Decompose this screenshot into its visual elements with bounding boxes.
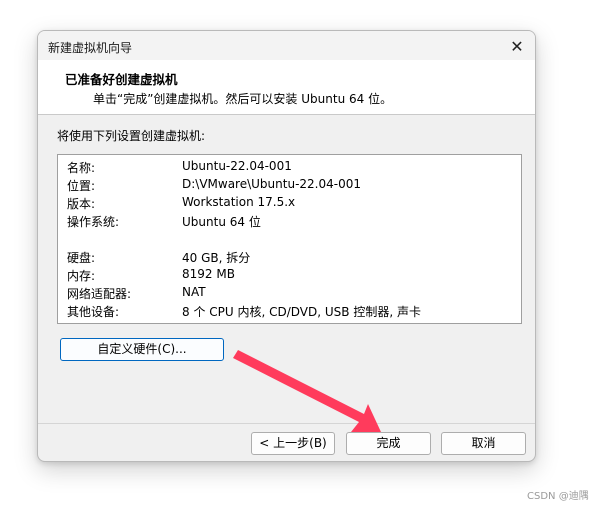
setting-value: 8 个 CPU 内核, CD/DVD, USB 控制器, 声卡 <box>182 305 421 319</box>
cancel-button[interactable]: 取消 <box>441 432 526 455</box>
setting-value: Workstation 17.5.x <box>182 195 296 209</box>
setting-key: 操作系统: <box>67 215 120 229</box>
header-title: 已准备好创建虚拟机 <box>65 72 178 87</box>
watermark: CSDN @迪隅 <box>527 491 589 502</box>
setting-value: Ubuntu-22.04-001 <box>182 159 292 173</box>
setting-value: 40 GB, 拆分 <box>182 251 251 265</box>
footer-divider <box>38 423 535 424</box>
setting-key: 版本: <box>67 197 96 211</box>
setting-value: 8192 MB <box>182 267 235 281</box>
setting-value: D:\VMware\Ubuntu-22.04-001 <box>182 177 361 191</box>
settings-summary-box: 名称: Ubuntu-22.04-001 位置: D:\VMware\Ubunt… <box>57 154 522 324</box>
close-icon[interactable]: ✕ <box>507 36 527 56</box>
title-bar: 新建虚拟机向导 ✕ <box>38 31 535 60</box>
new-vm-wizard-dialog: 新建虚拟机向导 ✕ 已准备好创建虚拟机 单击“完成”创建虚拟机。然后可以安装 U… <box>37 30 536 462</box>
window-title: 新建虚拟机向导 <box>48 41 133 55</box>
setting-key: 硬盘: <box>67 251 96 265</box>
setting-key: 内存: <box>67 269 96 283</box>
setting-key: 位置: <box>67 179 96 193</box>
setting-value: NAT <box>182 285 206 299</box>
wizard-header: 已准备好创建虚拟机 单击“完成”创建虚拟机。然后可以安装 Ubuntu 64 位… <box>38 60 535 115</box>
setting-key: 网络适配器: <box>67 287 132 301</box>
header-subtitle: 单击“完成”创建虚拟机。然后可以安装 Ubuntu 64 位。 <box>93 92 393 106</box>
customize-hardware-button[interactable]: 自定义硬件(C)... <box>60 338 224 361</box>
back-button[interactable]: < 上一步(B) <box>251 432 335 455</box>
summary-label: 将使用下列设置创建虚拟机: <box>57 129 206 143</box>
setting-key: 其他设备: <box>67 305 120 319</box>
setting-key: 名称: <box>67 161 96 175</box>
finish-button[interactable]: 完成 <box>346 432 431 455</box>
setting-value: Ubuntu 64 位 <box>182 215 261 229</box>
